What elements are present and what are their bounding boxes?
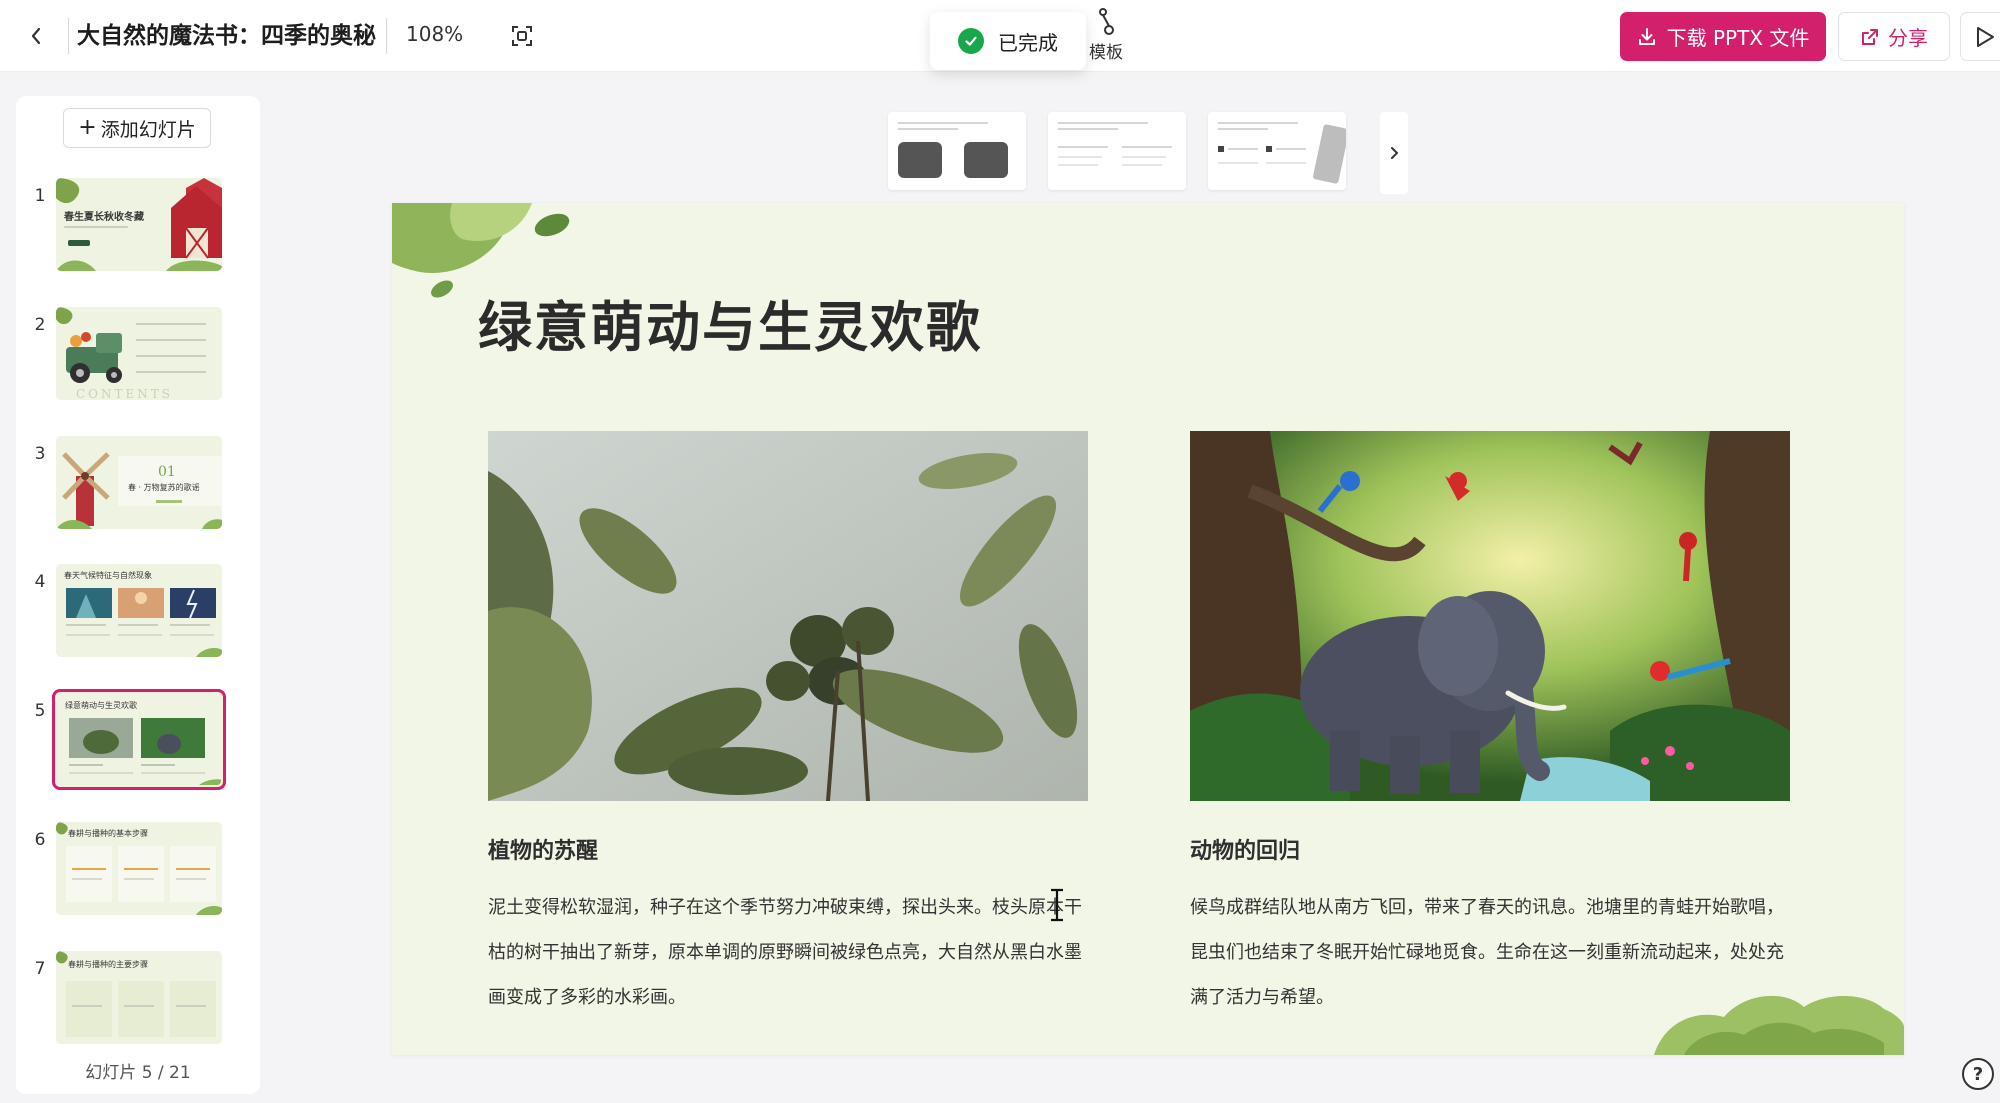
chevron-right-icon	[1391, 147, 1399, 159]
slide-preview: 春耕与播种的基本步骤	[56, 822, 222, 915]
slide-number: 5	[34, 701, 46, 721]
document-title[interactable]: 大自然的魔法书：四季的奥秘	[68, 18, 387, 54]
text-cursor-icon	[1048, 888, 1066, 926]
slide-title[interactable]: 绿意萌动与生灵欢歌	[478, 283, 982, 362]
slide-thumbnail-1[interactable]: 1 春生夏长秋收冬藏	[16, 178, 260, 278]
plus-icon: +	[78, 115, 97, 140]
fit-screen-icon	[512, 26, 532, 46]
template-label: 模板	[1089, 43, 1123, 63]
slide-preview-active: 绿意萌动与生灵欢歌	[52, 689, 226, 790]
thumbnail-title: 春耕与播种的主要步骤	[68, 960, 148, 969]
play-button[interactable]	[1960, 12, 2000, 61]
slide-number: 1	[34, 186, 46, 206]
template-option-2[interactable]	[1048, 112, 1186, 190]
thumbnail-title: 春天气候特征与自然现象	[64, 571, 152, 580]
share-label: 分享	[1888, 26, 1928, 50]
thumbnail-title: 绿意萌动与生灵欢歌	[65, 701, 137, 710]
plant-heading[interactable]: 植物的苏醒	[488, 833, 598, 865]
slide-preview: 春耕与播种的主要步骤	[56, 951, 222, 1044]
slide-number: 7	[34, 959, 46, 979]
bush-decoration	[1654, 995, 1904, 1055]
share-button[interactable]: 分享	[1838, 12, 1950, 61]
template-button[interactable]: 模板	[1086, 8, 1126, 66]
thumbnail-title: 春生夏长秋收冬藏	[64, 212, 144, 223]
question-icon: ?	[1972, 1063, 1984, 1085]
template-next-button[interactable]	[1380, 112, 1408, 194]
top-bar: 大自然的魔法书：四季的奥秘 108% 已完成 模板 下载 PPTX 文件 分享	[0, 0, 2000, 72]
slide-number: 4	[34, 572, 46, 592]
slide-thumbnail-6[interactable]: 6 春耕与播种的基本步骤	[16, 822, 260, 922]
completion-toast: 已完成	[930, 12, 1086, 70]
check-circle-icon	[958, 28, 984, 54]
slide-canvas[interactable]: 绿意萌动与生灵欢歌 植物的苏醒 泥土变得松软湿润，种子在这个季节努力冲破束缚，探…	[392, 203, 1904, 1055]
slide-counter: 幻灯片 5 / 21	[85, 1063, 191, 1083]
fit-screen-button[interactable]	[508, 22, 536, 50]
template-option-1[interactable]	[888, 112, 1026, 190]
share-icon	[1860, 27, 1880, 47]
toast-text: 已完成	[998, 30, 1058, 55]
back-button[interactable]	[22, 22, 50, 50]
slide-preview: 01 春 · 万物复苏的歌谣	[56, 436, 222, 529]
slide-preview: 春生夏长秋收冬藏	[56, 178, 222, 271]
thumbnail-title: 01	[158, 464, 176, 480]
thumbnail-title: 春耕与播种的基本步骤	[68, 829, 148, 838]
animal-heading[interactable]: 动物的回归	[1190, 833, 1300, 865]
template-icon	[1099, 8, 1114, 35]
slide-sidebar: + 添加幻灯片 1 春生夏长秋收冬藏 2 CONTENTS 3 01 春 · 万…	[16, 96, 260, 1094]
slide-thumbnail-4[interactable]: 4 春天气候特征与自然现象	[16, 564, 260, 664]
download-icon	[1637, 27, 1657, 47]
zoom-level[interactable]: 108%	[406, 22, 463, 46]
slide-preview: 春天气候特征与自然现象	[56, 564, 222, 657]
jungle-elephant-illustration[interactable]	[1190, 431, 1790, 801]
plant-description[interactable]: 泥土变得松软湿润，种子在这个季节努力冲破束缚，探出头来。枝头原本干枯的树干抽出了…	[488, 885, 1088, 1020]
slide-preview: CONTENTS	[56, 307, 222, 400]
slide-number: 3	[34, 444, 46, 464]
slide-number: 6	[34, 830, 46, 850]
download-label: 下载 PPTX 文件	[1666, 26, 1810, 50]
slide-number: 2	[34, 315, 46, 335]
thumbnail-subtitle: 春 · 万物复苏的歌谣	[128, 483, 200, 492]
play-icon	[1977, 26, 1994, 47]
download-pptx-button[interactable]: 下载 PPTX 文件	[1620, 12, 1826, 61]
thumbnail-title: CONTENTS	[76, 387, 174, 400]
plant-photo[interactable]	[488, 431, 1088, 801]
slide-thumbnail-3[interactable]: 3 01 春 · 万物复苏的歌谣	[16, 436, 260, 536]
slide-thumbnail-7[interactable]: 7 春耕与播种的主要步骤	[16, 951, 260, 1051]
help-button[interactable]: ?	[1962, 1058, 1994, 1090]
add-slide-label: 添加幻灯片	[100, 118, 196, 141]
template-option-3[interactable]	[1208, 112, 1346, 190]
chevron-left-icon	[31, 27, 41, 45]
slide-thumbnail-5[interactable]: 5 绿意萌动与生灵欢歌	[16, 689, 260, 793]
add-slide-button[interactable]: + 添加幻灯片	[63, 108, 211, 148]
slide-thumbnail-2[interactable]: 2 CONTENTS	[16, 307, 260, 407]
